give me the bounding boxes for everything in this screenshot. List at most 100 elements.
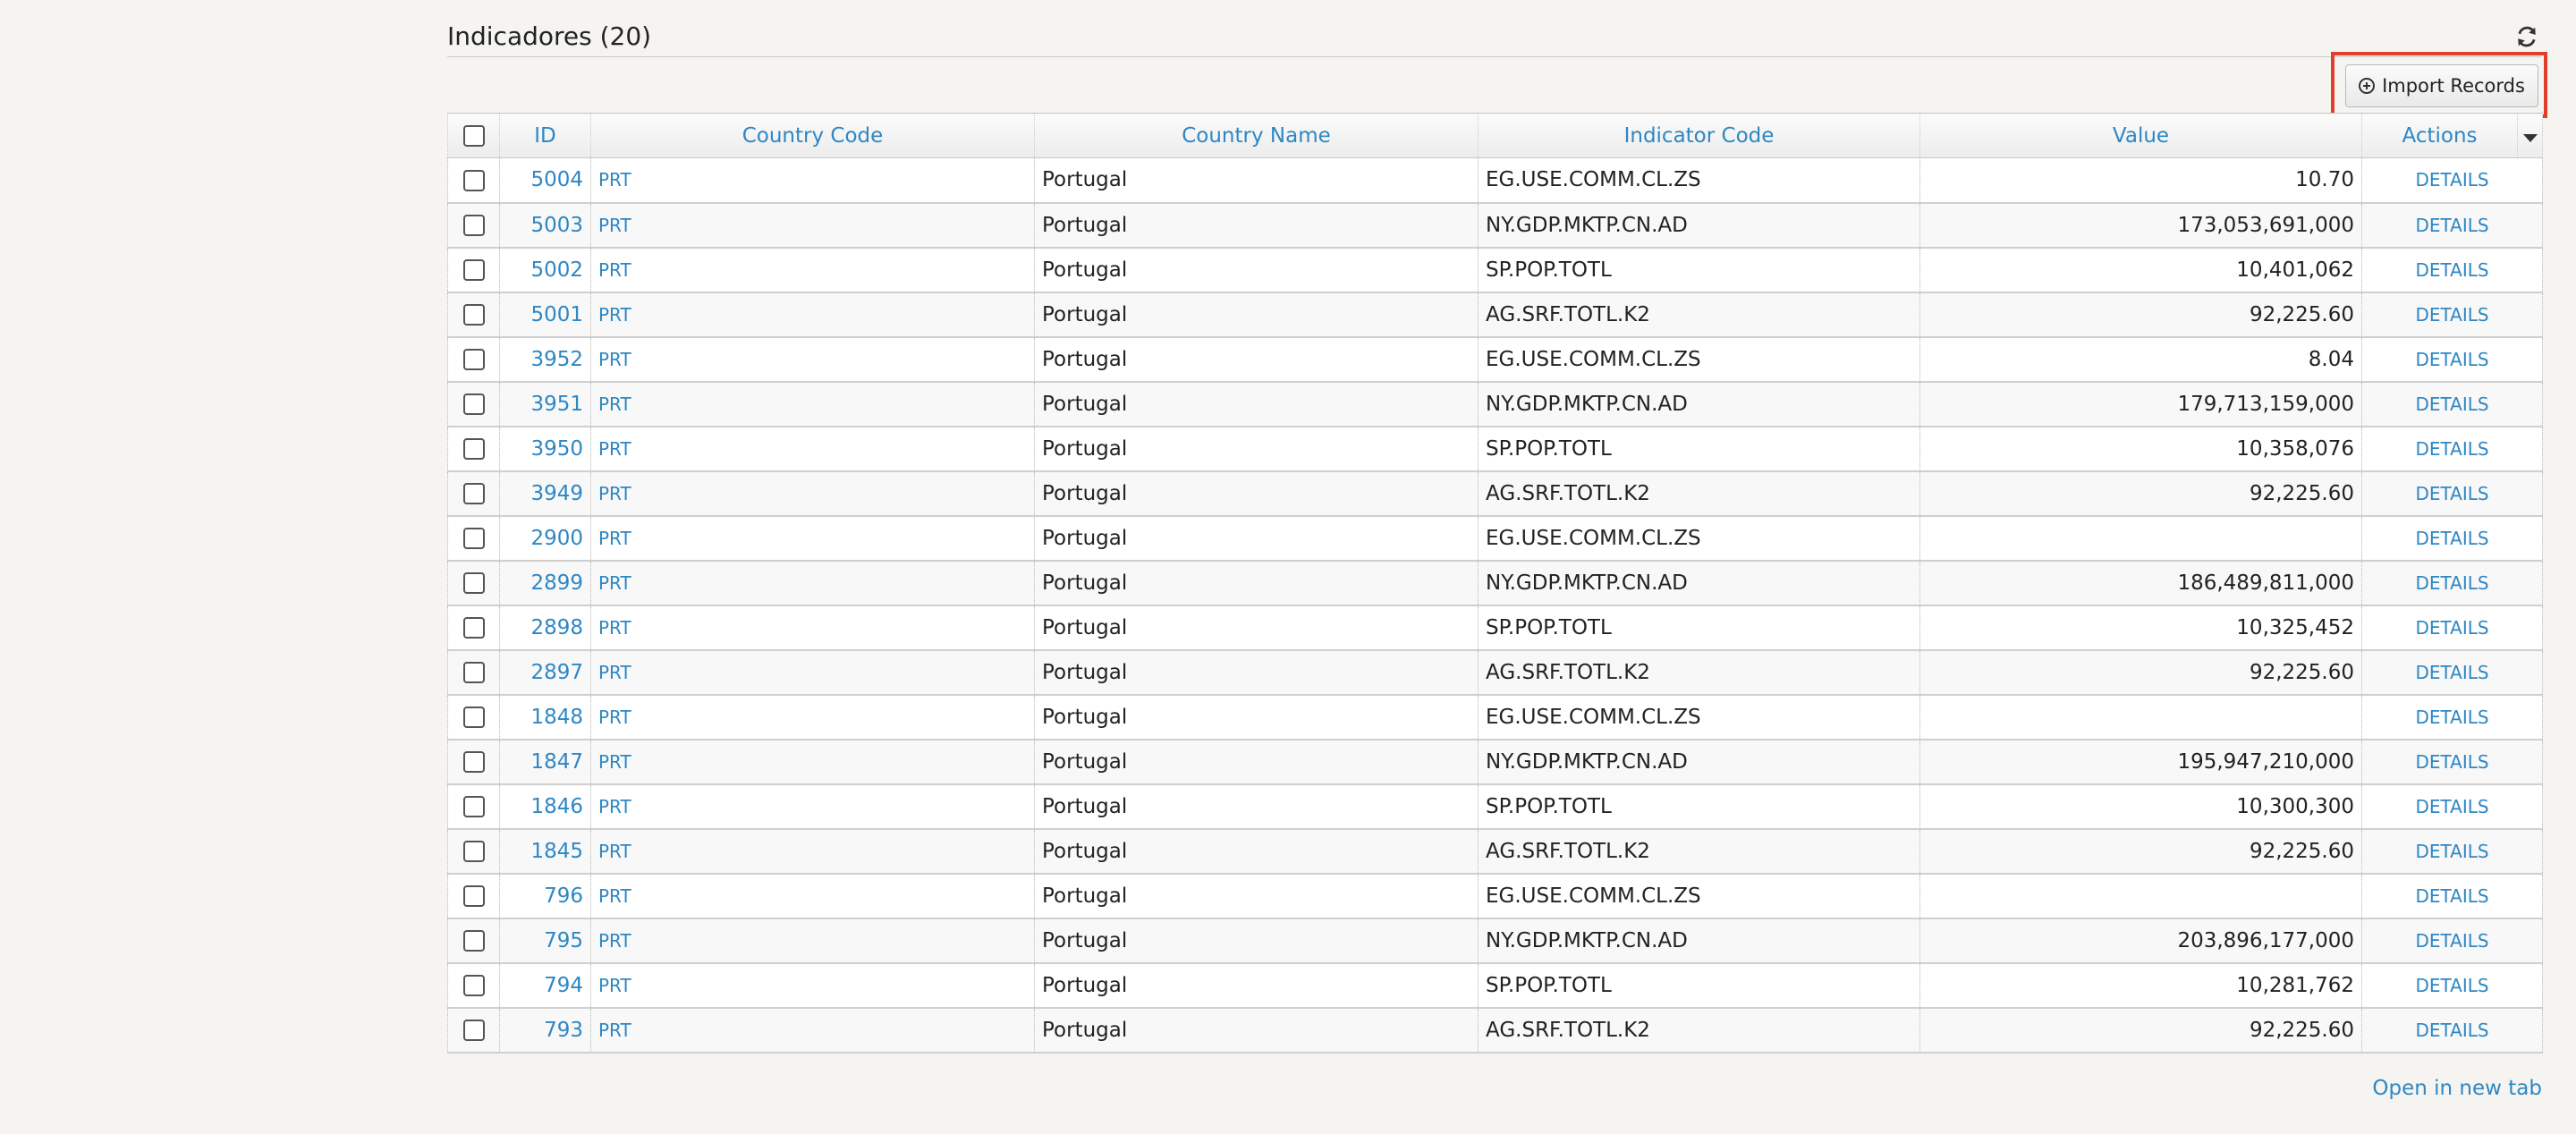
row-id-link[interactable]: 794 [499, 962, 591, 1009]
row-details-link[interactable]: DETAILS [2361, 739, 2543, 785]
row-country-name: Portugal [1034, 918, 1479, 964]
row-value: 10,325,452 [1919, 605, 2362, 651]
row-checkbox[interactable] [462, 617, 485, 639]
row-country-code-link[interactable]: PRT [590, 381, 1035, 427]
row-country-name: Portugal [1034, 873, 1479, 919]
row-id-link[interactable]: 796 [499, 873, 591, 919]
row-country-code-link[interactable]: PRT [590, 560, 1035, 606]
row-details-link[interactable]: DETAILS [2361, 873, 2543, 919]
row-checkbox[interactable] [462, 885, 485, 907]
col-header-indicator-code[interactable]: Indicator Code [1478, 113, 1920, 158]
row-country-code-link[interactable]: PRT [590, 202, 1035, 249]
row-details-link[interactable]: DETAILS [2361, 157, 2543, 204]
row-checkbox[interactable] [462, 975, 485, 996]
row-checkbox[interactable] [462, 304, 485, 326]
row-details-link[interactable]: DETAILS [2361, 694, 2543, 740]
row-id-link[interactable]: 1845 [499, 828, 591, 875]
row-country-code-link[interactable]: PRT [590, 918, 1035, 964]
row-country-code-link[interactable]: PRT [590, 783, 1035, 830]
col-header-actions: Actions [2361, 113, 2518, 158]
row-id-link[interactable]: 5002 [499, 247, 591, 293]
row-id-link[interactable]: 5003 [499, 202, 591, 249]
row-details-link[interactable]: DETAILS [2361, 336, 2543, 383]
row-country-code-link[interactable]: PRT [590, 426, 1035, 472]
row-checkbox[interactable] [462, 796, 485, 817]
row-checkbox[interactable] [462, 438, 485, 460]
row-details-link[interactable]: DETAILS [2361, 560, 2543, 606]
row-id-link[interactable]: 795 [499, 918, 591, 964]
row-details-link[interactable]: DETAILS [2361, 605, 2543, 651]
row-checkbox[interactable] [462, 1020, 485, 1041]
row-country-code-link[interactable]: PRT [590, 515, 1035, 562]
row-id-link[interactable]: 3949 [499, 470, 591, 517]
row-indicator-code: EG.USE.COMM.CL.ZS [1478, 873, 1920, 919]
row-id-link[interactable]: 5001 [499, 292, 591, 338]
import-records-button[interactable]: Import Records [2345, 64, 2538, 107]
row-country-code-link[interactable]: PRT [590, 470, 1035, 517]
row-details-link[interactable]: DETAILS [2361, 962, 2543, 1009]
row-checkbox[interactable] [462, 483, 485, 504]
row-checkbox[interactable] [462, 707, 485, 728]
row-country-code-link[interactable]: PRT [590, 962, 1035, 1009]
row-id-link[interactable]: 3951 [499, 381, 591, 427]
row-select-cell [447, 426, 500, 472]
row-checkbox[interactable] [462, 662, 485, 683]
row-id-link[interactable]: 1848 [499, 694, 591, 740]
refresh-icon[interactable] [2515, 25, 2538, 48]
row-checkbox[interactable] [462, 528, 485, 549]
col-header-country-code[interactable]: Country Code [590, 113, 1035, 158]
row-details-link[interactable]: DETAILS [2361, 918, 2543, 964]
row-country-code-link[interactable]: PRT [590, 828, 1035, 875]
row-indicator-code: AG.SRF.TOTL.K2 [1478, 292, 1920, 338]
row-country-code-link[interactable]: PRT [590, 336, 1035, 383]
row-country-code-link[interactable]: PRT [590, 649, 1035, 696]
row-country-code-link[interactable]: PRT [590, 694, 1035, 740]
row-country-code-link[interactable]: PRT [590, 1007, 1035, 1054]
row-checkbox[interactable] [462, 215, 485, 236]
row-checkbox[interactable] [462, 751, 485, 773]
row-id-link[interactable]: 2899 [499, 560, 591, 606]
row-value [1919, 694, 2362, 740]
col-header-country-name[interactable]: Country Name [1034, 113, 1479, 158]
row-country-code-link[interactable]: PRT [590, 247, 1035, 293]
row-details-link[interactable]: DETAILS [2361, 515, 2543, 562]
row-details-link[interactable]: DETAILS [2361, 470, 2543, 517]
column-menu-button[interactable] [2517, 113, 2543, 158]
row-id-link[interactable]: 793 [499, 1007, 591, 1054]
row-details-link[interactable]: DETAILS [2361, 649, 2543, 696]
select-all-checkbox[interactable] [462, 125, 485, 147]
row-country-code-link[interactable]: PRT [590, 605, 1035, 651]
row-country-code-link[interactable]: PRT [590, 873, 1035, 919]
row-checkbox[interactable] [462, 394, 485, 415]
row-id-link[interactable]: 3952 [499, 336, 591, 383]
col-header-value[interactable]: Value [1919, 113, 2362, 158]
row-country-code-link[interactable]: PRT [590, 157, 1035, 204]
row-details-link[interactable]: DETAILS [2361, 828, 2543, 875]
row-select-cell [447, 515, 500, 562]
row-id-link[interactable]: 3950 [499, 426, 591, 472]
row-checkbox[interactable] [462, 349, 485, 370]
col-header-id[interactable]: ID [499, 113, 591, 158]
open-in-new-tab-link[interactable]: Open in new tab [2372, 1077, 2542, 1100]
row-details-link[interactable]: DETAILS [2361, 381, 2543, 427]
row-details-link[interactable]: DETAILS [2361, 426, 2543, 472]
row-details-link[interactable]: DETAILS [2361, 1007, 2543, 1054]
row-id-link[interactable]: 2898 [499, 605, 591, 651]
row-details-link[interactable]: DETAILS [2361, 247, 2543, 293]
row-country-code-link[interactable]: PRT [590, 292, 1035, 338]
row-checkbox[interactable] [462, 169, 485, 191]
row-id-link[interactable]: 1846 [499, 783, 591, 830]
row-checkbox[interactable] [462, 259, 485, 281]
row-id-link[interactable]: 2900 [499, 515, 591, 562]
row-details-link[interactable]: DETAILS [2361, 202, 2543, 249]
row-country-code-link[interactable]: PRT [590, 739, 1035, 785]
row-id-link[interactable]: 2897 [499, 649, 591, 696]
row-select-cell [447, 247, 500, 293]
row-checkbox[interactable] [462, 930, 485, 952]
row-id-link[interactable]: 5004 [499, 157, 591, 204]
row-checkbox[interactable] [462, 841, 485, 862]
row-details-link[interactable]: DETAILS [2361, 292, 2543, 338]
row-details-link[interactable]: DETAILS [2361, 783, 2543, 830]
row-id-link[interactable]: 1847 [499, 739, 591, 785]
row-checkbox[interactable] [462, 572, 485, 594]
